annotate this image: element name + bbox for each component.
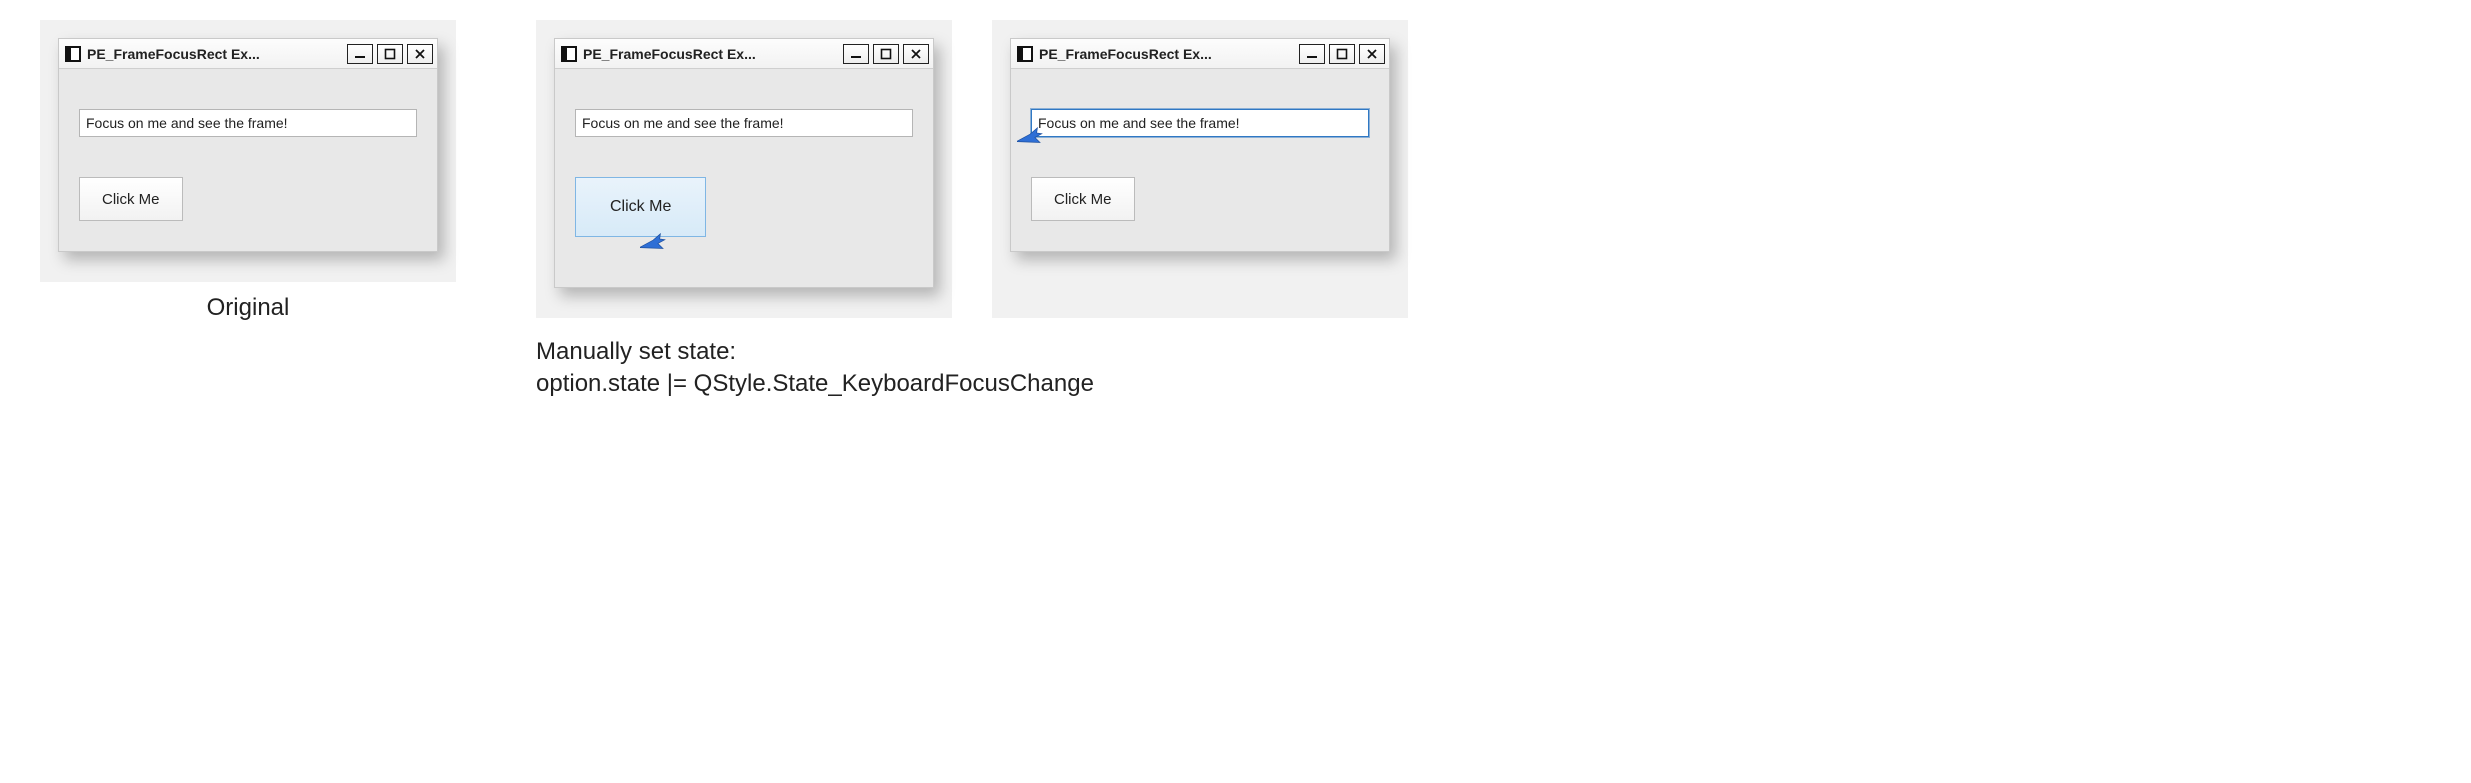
panel-original: PE_FrameFocusRect Ex... (40, 20, 456, 282)
maximize-button[interactable] (1329, 44, 1355, 64)
caption-original: Original (207, 294, 290, 322)
window-original: PE_FrameFocusRect Ex... (58, 38, 438, 252)
titlebar[interactable]: PE_FrameFocusRect Ex... (555, 39, 933, 69)
client-area: Focus on me and see the frame! Click Me (59, 69, 437, 251)
maximize-icon (1336, 48, 1348, 60)
window-button-hover: PE_FrameFocusRect Ex... (554, 38, 934, 288)
minimize-button[interactable] (843, 44, 869, 64)
maximize-icon (880, 48, 892, 60)
lineedit-text: Focus on me and see the frame! (1038, 115, 1240, 131)
click-me-button[interactable]: Click Me (79, 177, 183, 221)
window-lineedit-focus: PE_FrameFocusRect Ex... (1010, 38, 1390, 252)
minimize-button[interactable] (1299, 44, 1325, 64)
focus-lineedit[interactable]: Focus on me and see the frame! (1031, 109, 1369, 137)
maximize-icon (384, 48, 396, 60)
window-controls (347, 44, 433, 64)
window-controls (1299, 44, 1385, 64)
close-icon (910, 48, 922, 60)
app-icon (1017, 46, 1033, 62)
panel-lineedit-focus: PE_FrameFocusRect Ex... (992, 20, 1408, 318)
minimize-button[interactable] (347, 44, 373, 64)
client-area: Focus on me and see the frame! Click Me (1011, 69, 1389, 251)
window-title: PE_FrameFocusRect Ex... (87, 46, 347, 62)
titlebar[interactable]: PE_FrameFocusRect Ex... (1011, 39, 1389, 69)
window-controls (843, 44, 929, 64)
click-me-button[interactable]: Click Me (1031, 177, 1135, 221)
window-title: PE_FrameFocusRect Ex... (583, 46, 843, 62)
close-button[interactable] (407, 44, 433, 64)
minimize-icon (354, 48, 366, 60)
app-icon (65, 46, 81, 62)
lineedit-text: Focus on me and see the frame! (86, 115, 288, 131)
close-icon (1366, 48, 1378, 60)
minimize-icon (850, 48, 862, 60)
column-original: PE_FrameFocusRect Ex... (40, 20, 456, 322)
maximize-button[interactable] (873, 44, 899, 64)
panel-button-hover: PE_FrameFocusRect Ex... (536, 20, 952, 318)
focus-lineedit[interactable]: Focus on me and see the frame! (575, 109, 913, 137)
caption-modified: Manually set state: option.state |= QSty… (536, 336, 1094, 401)
figure-row: PE_FrameFocusRect Ex... (40, 20, 2431, 401)
minimize-icon (1306, 48, 1318, 60)
maximize-button[interactable] (377, 44, 403, 64)
button-label: Click Me (102, 191, 160, 208)
button-label: Click Me (610, 198, 671, 216)
window-pair: PE_FrameFocusRect Ex... (536, 20, 1408, 318)
close-button[interactable] (903, 44, 929, 64)
lineedit-text: Focus on me and see the frame! (582, 115, 784, 131)
column-modified: PE_FrameFocusRect Ex... (536, 20, 1408, 401)
button-label: Click Me (1054, 191, 1112, 208)
app-icon (561, 46, 577, 62)
titlebar[interactable]: PE_FrameFocusRect Ex... (59, 39, 437, 69)
close-icon (414, 48, 426, 60)
focus-lineedit[interactable]: Focus on me and see the frame! (79, 109, 417, 137)
client-area: Focus on me and see the frame! Click Me (555, 69, 933, 287)
caption-line1: Manually set state: (536, 336, 1094, 368)
click-me-button[interactable]: Click Me (575, 177, 706, 237)
caption-line2: option.state |= QStyle.State_KeyboardFoc… (536, 368, 1094, 400)
close-button[interactable] (1359, 44, 1385, 64)
window-title: PE_FrameFocusRect Ex... (1039, 46, 1299, 62)
